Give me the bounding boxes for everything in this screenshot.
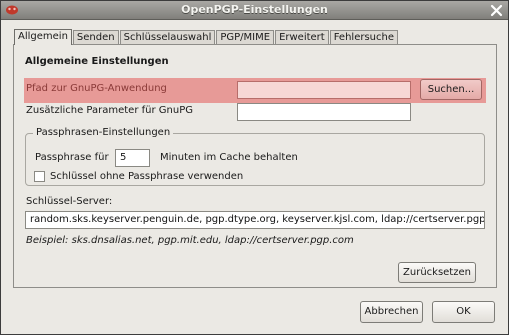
passphrase-group-title: Passphrasen-Einstellungen [33,127,174,138]
cache-label-after: Minuten im Cache behalten [160,152,298,163]
gpg-path-input[interactable] [237,81,411,99]
tab-bar: Allgemein Senden Schlüsselauswahl PGP/MI… [14,29,399,45]
browse-button[interactable]: Suchen... [420,79,482,100]
cancel-button[interactable]: Abbrechen [360,301,423,323]
tab-senden[interactable]: Senden [72,30,119,45]
keyserver-label: Schlüssel-Server: [26,196,113,207]
close-icon[interactable] [490,4,503,17]
gpg-path-label: Pfad zur GnuPG-Anwendung [26,83,167,94]
section-title: Allgemeine Einstellungen [25,56,169,67]
cache-label-before: Passphrase für [35,152,109,163]
tab-pgp-mime[interactable]: PGP/MIME [216,30,275,45]
preferences-dialog: OpenPGP-Einstellungen Allgemein Senden S… [0,0,509,335]
keyserver-input[interactable]: random.sks.keyserver.penguin.de, pgp.dty… [25,211,485,229]
extra-params-input[interactable] [237,103,411,121]
ok-button[interactable]: OK [432,301,495,323]
tab-panel-allgemein: Allgemeine Einstellungen Pfad zur GnuPG-… [13,44,497,288]
cache-minutes-input[interactable]: 5 [115,149,150,167]
no-passphrase-checkbox[interactable] [34,171,45,182]
keyserver-example-hint: Beispiel: sks.dnsalias.net, pgp.mit.edu,… [26,235,354,246]
tab-allgemein[interactable]: Allgemein [14,29,72,45]
tab-fehlersuche[interactable]: Fehlersuche [329,30,398,45]
reset-button[interactable]: Zurücksetzen [398,262,476,283]
tab-erweitert[interactable]: Erweitert [275,30,329,45]
title-bar[interactable]: OpenPGP-Einstellungen [1,1,508,20]
no-passphrase-label[interactable]: Schlüssel ohne Passphrase verwenden [50,171,243,182]
tab-schluesselauswahl[interactable]: Schlüsselauswahl [119,30,216,45]
extra-params-label: Zusätzliche Parameter für GnuPG [26,105,193,116]
window-title: OpenPGP-Einstellungen [181,3,328,16]
